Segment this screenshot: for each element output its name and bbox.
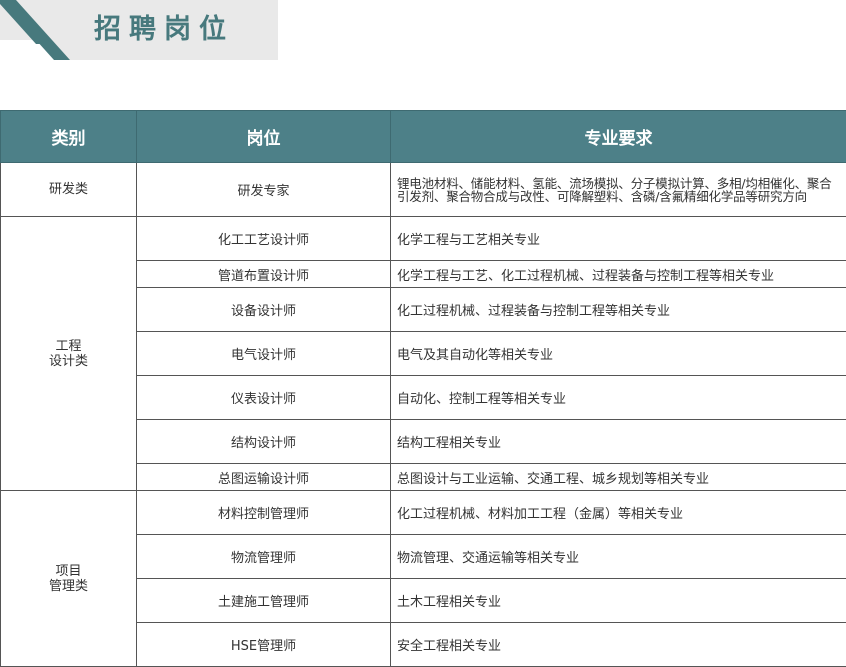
category-cell: 项目 管理类 <box>1 491 137 667</box>
table-row: 工程 设计类 化工工艺设计师 化学工程与工艺相关专业 <box>1 217 846 261</box>
position-cell: 物流管理师 <box>137 535 391 579</box>
requirement-cell: 化工过程机械、材料加工工程（金属）等相关专业 <box>391 491 846 535</box>
position-cell: 仪表设计师 <box>137 376 391 420</box>
requirement-cell: 自动化、控制工程等相关专业 <box>391 376 846 420</box>
position-cell: 土建施工管理师 <box>137 579 391 623</box>
section-header: 招聘岗位 <box>0 0 278 60</box>
requirement-cell: 结构工程相关专业 <box>391 420 846 464</box>
requirement-cell: 化学工程与工艺、化工过程机械、过程装备与控制工程等相关专业 <box>391 261 846 288</box>
position-cell: 材料控制管理师 <box>137 491 391 535</box>
requirement-cell: 电气及其自动化等相关专业 <box>391 332 846 376</box>
position-cell: 电气设计师 <box>137 332 391 376</box>
category-label: 工程 <box>1 339 136 354</box>
category-label: 项目 <box>1 564 136 579</box>
position-cell: 总图运输设计师 <box>137 464 391 491</box>
category-label: 管理类 <box>1 579 136 594</box>
column-header-category: 类别 <box>1 111 137 163</box>
column-header-position: 岗位 <box>137 111 391 163</box>
requirement-cell: 化学工程与工艺相关专业 <box>391 217 846 261</box>
category-cell: 研发类 <box>1 163 137 217</box>
position-cell: 管道布置设计师 <box>137 261 391 288</box>
position-cell: 结构设计师 <box>137 420 391 464</box>
position-cell: 化工工艺设计师 <box>137 217 391 261</box>
table-row: 项目 管理类 材料控制管理师 化工过程机械、材料加工工程（金属）等相关专业 <box>1 491 846 535</box>
requirement-cell: 物流管理、交通运输等相关专业 <box>391 535 846 579</box>
requirement-cell: 化工过程机械、过程装备与控制工程等相关专业 <box>391 288 846 332</box>
column-header-requirement: 专业要求 <box>391 111 846 163</box>
position-cell: 研发专家 <box>137 163 391 217</box>
category-label: 设计类 <box>1 354 136 369</box>
section-title: 招聘岗位 <box>94 12 234 48</box>
table-row: 研发类 研发专家 锂电池材料、储能材料、氢能、流场模拟、分子模拟计算、多相/均相… <box>1 163 846 217</box>
requirement-cell: 安全工程相关专业 <box>391 623 846 667</box>
position-cell: 设备设计师 <box>137 288 391 332</box>
position-cell: HSE管理师 <box>137 623 391 667</box>
requirement-cell: 锂电池材料、储能材料、氢能、流场模拟、分子模拟计算、多相/均相催化、聚合引发剂、… <box>391 163 846 217</box>
category-label: 研发类 <box>1 182 136 197</box>
table-header-row: 类别 岗位 专业要求 <box>1 111 846 163</box>
requirement-cell: 土木工程相关专业 <box>391 579 846 623</box>
requirement-cell: 总图设计与工业运输、交通工程、城乡规划等相关专业 <box>391 464 846 491</box>
jobs-table: 类别 岗位 专业要求 研发类 研发专家 锂电池材料、储能材料、氢能、流场模拟、分… <box>0 110 846 667</box>
category-cell: 工程 设计类 <box>1 217 137 491</box>
